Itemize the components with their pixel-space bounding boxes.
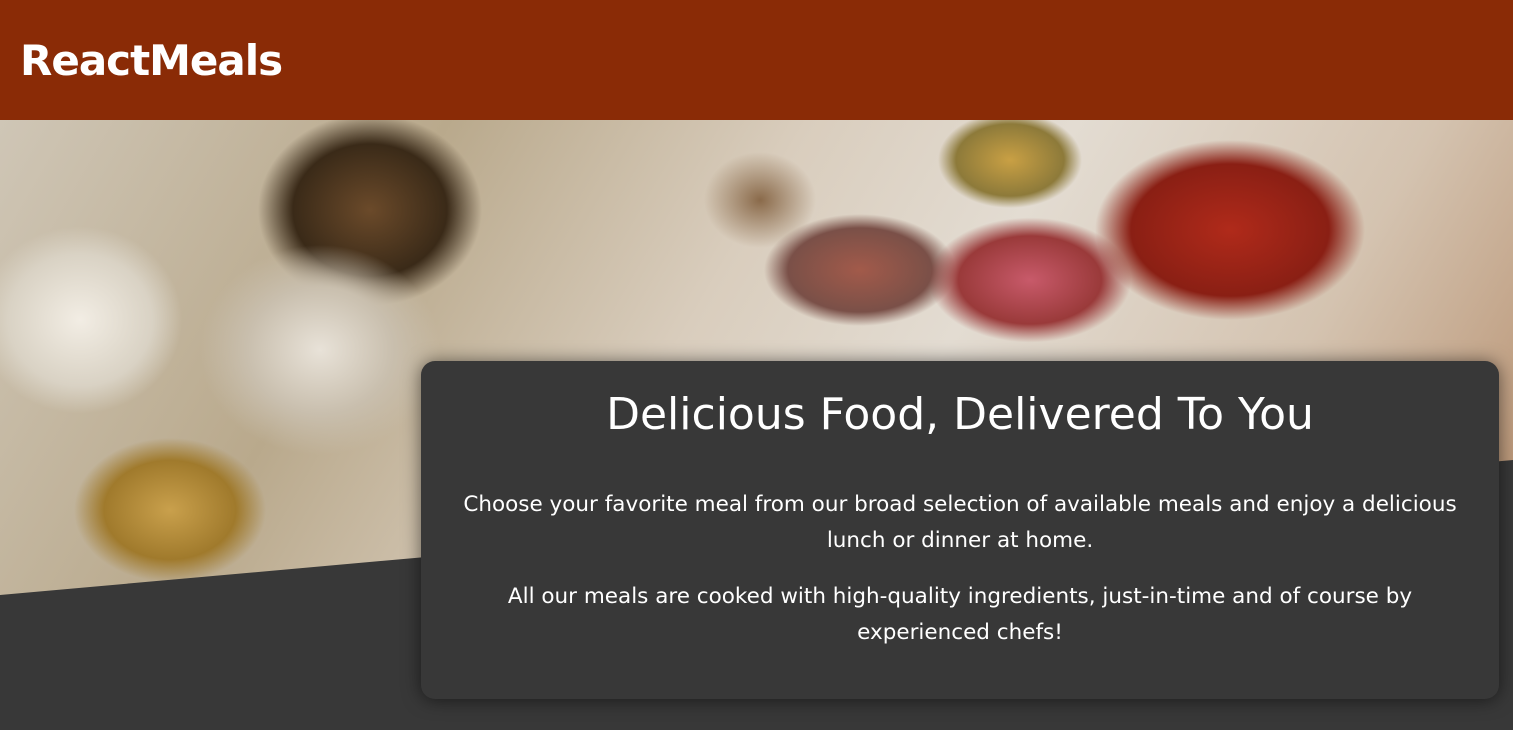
hero-summary-panel: Delicious Food, Delivered To You Choose …	[421, 361, 1499, 699]
hero-paragraph-2: All our meals are cooked with high-quali…	[507, 584, 1413, 645]
brand-logo: ReactMeals	[20, 35, 283, 85]
app-header: ReactMeals	[0, 0, 1513, 120]
hero-section: Delicious Food, Delivered To You Choose …	[0, 120, 1513, 730]
hero-paragraph-1: Choose your favorite meal from our broad…	[463, 492, 1457, 553]
hero-title: Delicious Food, Delivered To You	[606, 389, 1314, 440]
